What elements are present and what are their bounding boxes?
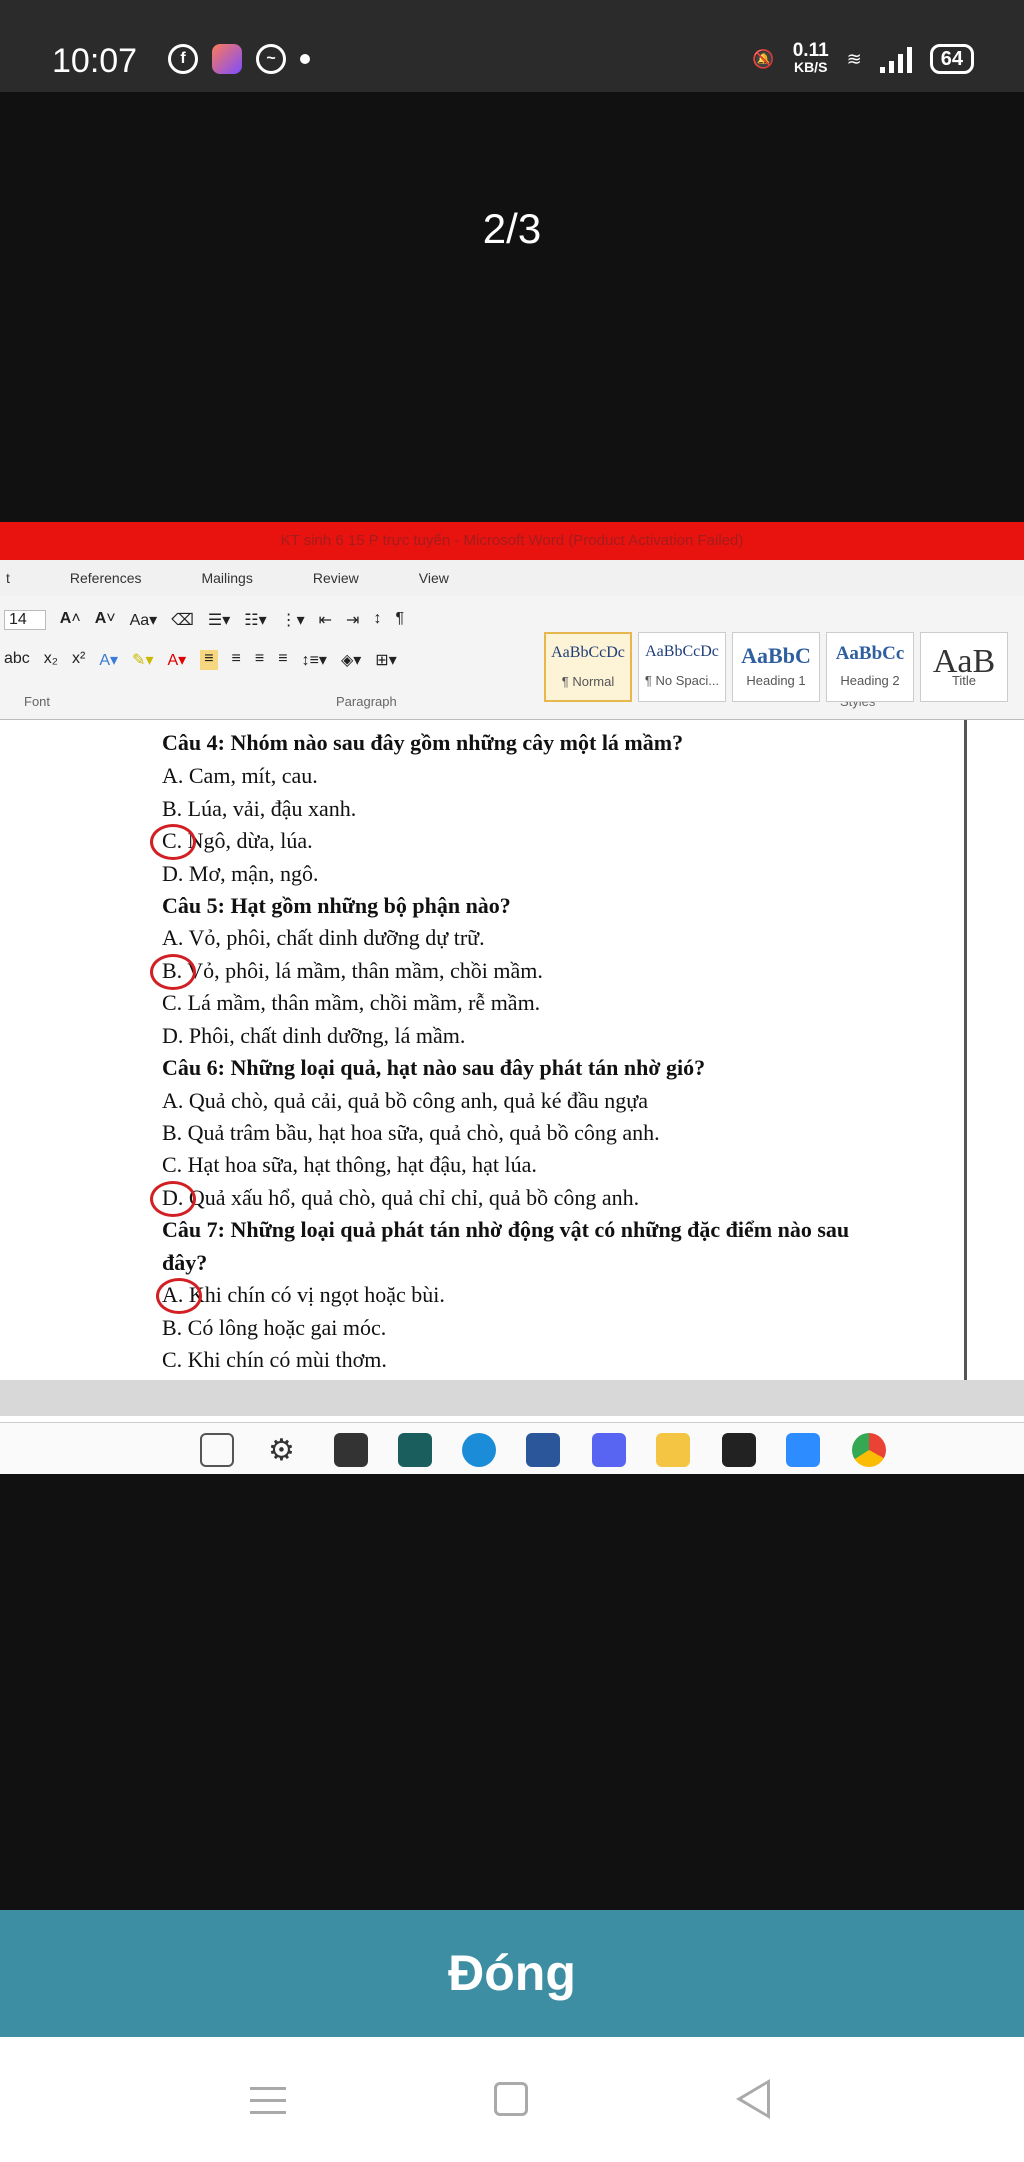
answer-line: C. Khi chín có mùi thơm. — [162, 1347, 387, 1372]
messenger-icon: ~ — [256, 44, 286, 74]
style-title[interactable]: AaB Title — [920, 632, 1008, 702]
font-color-icon[interactable]: A▾ — [167, 650, 186, 670]
style-heading-1[interactable]: AaBbC Heading 1 — [732, 632, 820, 702]
question-7-continued: đây? — [162, 1250, 208, 1275]
network-speed: 0.11 KB/S — [792, 40, 829, 75]
windows-taskbar: ⚙ — [0, 1422, 1024, 1474]
answer-line: B. Quả trâm bầu, hạt hoa sữa, quả chò, q… — [162, 1120, 660, 1145]
notification-icons: f ~ — [168, 44, 310, 74]
discord-icon[interactable] — [592, 1433, 626, 1467]
question-6: Câu 6: Những loại quả, hạt nào sau đây p… — [162, 1055, 706, 1080]
question-4: Câu 4: Nhóm nào sau đây gồm những cây mộ… — [162, 730, 684, 755]
file-explorer-icon[interactable] — [656, 1433, 690, 1467]
word-title-bar: KT sinh 6 15 P trực tuyến - Microsoft Wo… — [0, 522, 1024, 560]
bullets-icon[interactable]: ☰▾ — [208, 610, 230, 630]
paragraph-group-label: Paragraph — [336, 694, 397, 709]
facebook-icon: f — [168, 44, 198, 74]
menu-item-mailings[interactable]: Mailings — [201, 570, 252, 586]
settings-icon[interactable]: ⚙ — [268, 1433, 302, 1467]
multilevel-list-icon[interactable]: ⋮▾ — [281, 610, 305, 630]
style-heading-2[interactable]: AaBbCc Heading 2 — [826, 632, 914, 702]
chrome-icon[interactable] — [852, 1433, 886, 1467]
mute-icon: 🔕 — [752, 48, 775, 69]
menu-item-review[interactable]: Review — [313, 570, 359, 586]
status-time: 10:07 — [52, 42, 138, 80]
word-icon[interactable] — [526, 1433, 560, 1467]
answer-line: A. Khi chín có vị ngọt hoặc bùi. — [162, 1282, 445, 1307]
justify-icon[interactable]: ≡ — [278, 650, 287, 670]
styles-gallery: AaBbCcDc ¶ Normal AaBbCcDc ¶ No Spaci...… — [544, 632, 1008, 702]
answer-line: D. Quả xấu hổ, quả chò, quả chỉ chỉ, quả… — [162, 1185, 640, 1210]
sort-icon[interactable]: ↕ — [373, 610, 381, 630]
system-icons: 🔕 0.11 KB/S ≋ 64 — [752, 40, 974, 76]
image-counter: 2/3 — [482, 205, 542, 252]
question-7: Câu 7: Những loại quả phát tán nhờ động … — [162, 1217, 850, 1242]
close-button[interactable]: Đóng — [0, 1910, 1024, 2037]
battery-indicator: 64 — [929, 44, 974, 74]
word-menu-bar: t References Mailings Review View — [0, 560, 1024, 596]
align-right-icon[interactable]: ≡ — [255, 650, 264, 670]
borders-icon[interactable]: ⊞▾ — [375, 650, 396, 670]
line-spacing-icon[interactable]: ↕≡▾ — [302, 650, 327, 670]
document-page[interactable]: Câu 4: Nhóm nào sau đây gồm những cây mộ… — [0, 720, 1024, 1380]
font-group-label: Font — [24, 694, 51, 709]
answer-circle-mark — [150, 954, 196, 990]
menu-item[interactable]: t — [6, 570, 10, 586]
answer-line: A. Vỏ, phôi, chất dinh dưỡng dự trữ. — [162, 925, 485, 950]
align-center-icon[interactable]: ≡ — [232, 650, 241, 670]
strikethrough-icon[interactable]: abc — [4, 650, 30, 670]
paragraph-mark-icon[interactable]: ¶ — [395, 610, 404, 630]
text-effects-icon[interactable]: A▾ — [99, 650, 118, 670]
answer-line: B. Vỏ, phôi, lá mầm, thân mầm, chồi mầm. — [162, 958, 543, 983]
clear-format-icon[interactable]: ⌫ — [171, 610, 194, 630]
grow-font-icon[interactable]: A˄ — [60, 610, 81, 630]
shading-icon[interactable]: ◈▾ — [341, 650, 361, 670]
store-icon[interactable] — [334, 1433, 368, 1467]
answer-line: B. Lúa, vải, đậu xanh. — [162, 796, 357, 821]
menu-item-view[interactable]: View — [419, 570, 449, 586]
answer-circle-mark — [156, 1278, 202, 1314]
status-bar: 10:07 f ~ 🔕 0.11 KB/S ≋ 64 — [0, 0, 1024, 92]
back-icon[interactable] — [736, 2079, 770, 2119]
game-app-icon[interactable] — [722, 1433, 756, 1467]
navigation-bar — [0, 2037, 1024, 2162]
task-view-icon[interactable] — [200, 1433, 234, 1467]
answer-line: C. Lá mầm, thân mầm, chồi mầm, rễ mầm. — [162, 990, 541, 1015]
answer-line: C. Hạt hoa sữa, hạt thông, hạt đậu, hạt … — [162, 1152, 537, 1177]
style-no-spacing[interactable]: AaBbCcDc ¶ No Spaci... — [638, 632, 726, 702]
align-left-icon[interactable]: ≡ — [200, 650, 218, 670]
word-screenshot: KT sinh 6 15 P trực tuyến - Microsoft Wo… — [0, 522, 1024, 1474]
numbering-icon[interactable]: ☷▾ — [244, 610, 266, 630]
style-normal[interactable]: AaBbCcDc ¶ Normal — [544, 632, 632, 702]
app-notification-icon — [212, 44, 242, 74]
recent-apps-icon[interactable] — [250, 2087, 286, 2115]
word-ribbon: 14 A˄ A˅ Aa▾ ⌫ ☰▾ ☷▾ ⋮▾ ⇤ ⇥ ↕ ¶ abc x₂ x… — [0, 596, 1024, 720]
answer-circle-mark — [150, 824, 196, 860]
highlight-icon[interactable]: ✎▾ — [132, 650, 153, 670]
question-5: Câu 5: Hạt gồm những bộ phận nào? — [162, 893, 511, 918]
menu-item-references[interactable]: References — [70, 570, 142, 586]
answer-line: B. Có lông hoặc gai móc. — [162, 1315, 387, 1340]
subscript-icon[interactable]: x₂ — [44, 650, 58, 670]
font-size-box[interactable]: 14 — [4, 610, 46, 630]
more-notifications-dot-icon — [300, 54, 310, 64]
zoom-icon[interactable] — [786, 1433, 820, 1467]
wifi-icon: ≋ — [846, 48, 862, 69]
answer-line: A. Quả chò, quả cải, quả bồ công anh, qu… — [162, 1088, 648, 1113]
signal-icon — [879, 45, 912, 73]
answer-line: D. Phôi, chất dinh dưỡng, lá mầm. — [162, 1023, 466, 1048]
change-case-icon[interactable]: Aa▾ — [130, 610, 158, 630]
decrease-indent-icon[interactable]: ⇤ — [319, 610, 332, 630]
word-status-bar — [0, 1380, 1024, 1416]
shrink-font-icon[interactable]: A˅ — [95, 610, 116, 630]
answer-line: A. Cam, mít, cau. — [162, 763, 318, 788]
page-edge — [964, 720, 967, 1380]
home-icon[interactable] — [494, 2082, 528, 2116]
answer-line: D. Mơ, mận, ngô. — [162, 861, 319, 886]
skype-icon[interactable] — [462, 1433, 496, 1467]
superscript-icon[interactable]: x² — [72, 650, 85, 670]
app-icon[interactable] — [398, 1433, 432, 1467]
increase-indent-icon[interactable]: ⇥ — [346, 610, 359, 630]
answer-circle-mark — [150, 1181, 196, 1217]
